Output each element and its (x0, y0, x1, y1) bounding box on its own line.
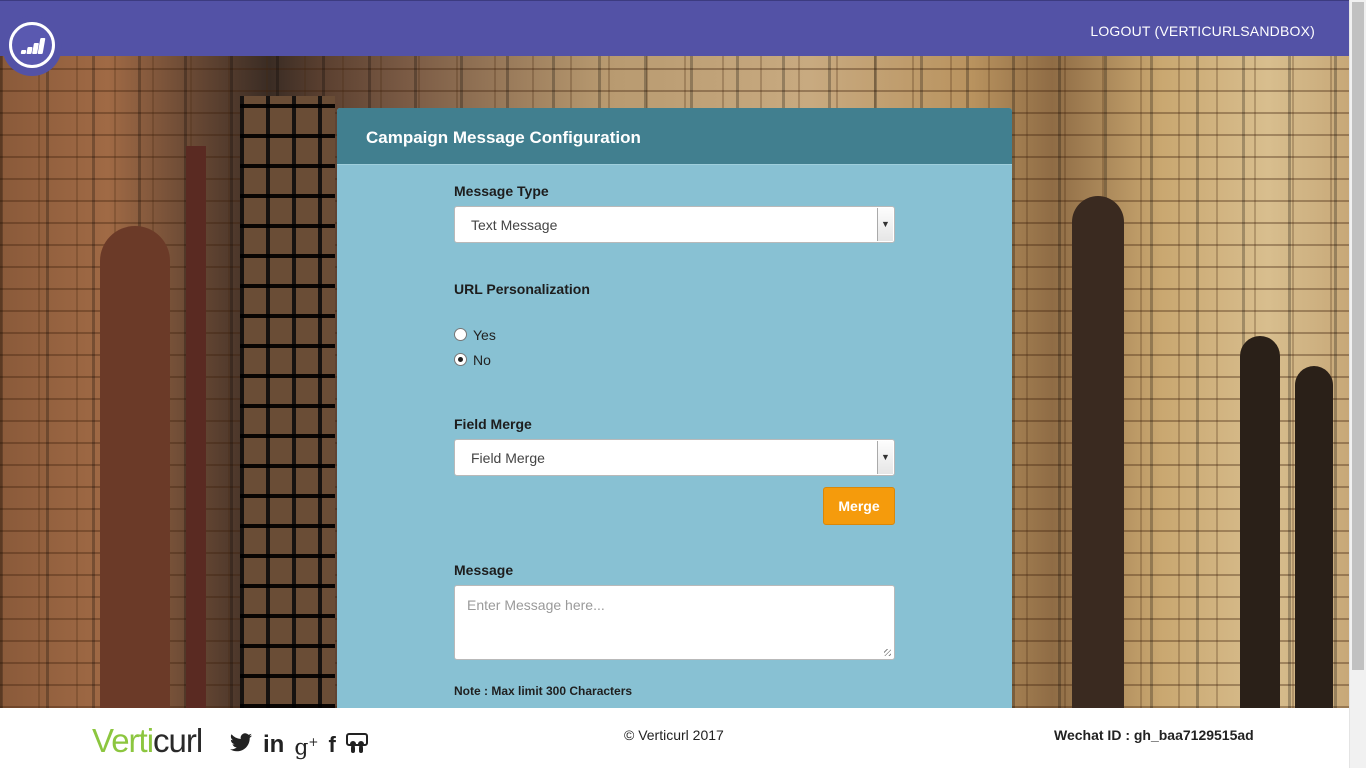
chevron-down-icon: ▼ (877, 208, 893, 241)
footer: Verticurl in g+ f © Verticurl 2017 Wecha… (0, 708, 1349, 768)
drainpipe (186, 146, 206, 708)
logout-link[interactable]: LOGOUT (VERTICURLSANDBOX) (1090, 23, 1315, 39)
merge-button[interactable]: Merge (823, 487, 895, 525)
panel-title: Campaign Message Configuration (337, 108, 1012, 165)
vertical-scrollbar[interactable] (1349, 0, 1366, 768)
radio-no-label: No (473, 352, 491, 368)
archway (1240, 336, 1280, 708)
facebook-icon[interactable]: f (328, 733, 335, 757)
linkedin-icon[interactable]: in (263, 733, 284, 757)
message-type-select[interactable]: Text Message ▼ (454, 206, 895, 243)
scrollbar-thumb[interactable] (1352, 2, 1364, 670)
brand-text-verti: Verti (92, 722, 154, 759)
archway (100, 226, 170, 708)
message-textarea[interactable]: Enter Message here... (454, 585, 895, 660)
field-merge-select[interactable]: Field Merge ▼ (454, 439, 895, 476)
slideshare-icon[interactable] (345, 732, 368, 759)
archway (1072, 196, 1124, 708)
character-limit-note: Note : Max limit 300 Characters (454, 684, 633, 698)
message-type-label: Message Type (454, 183, 549, 199)
chevron-down-icon: ▼ (877, 441, 893, 474)
url-personalization-label: URL Personalization (454, 281, 590, 297)
radio-yes[interactable]: Yes (454, 327, 496, 352)
google-plus-icon[interactable]: g+ (294, 730, 318, 760)
logo-icon (9, 22, 55, 68)
top-bar: LOGOUT (VERTICURLSANDBOX) (0, 0, 1349, 56)
message-placeholder: Enter Message here... (467, 597, 605, 613)
campaign-config-panel: Campaign Message Configuration Message T… (337, 108, 1012, 708)
radio-no[interactable]: No (454, 352, 491, 377)
iron-gate (240, 96, 335, 708)
radio-button-icon (454, 328, 467, 341)
logo[interactable] (2, 16, 62, 76)
twitter-icon[interactable] (229, 732, 253, 758)
radio-button-checked-icon (454, 353, 467, 366)
resize-handle-icon[interactable] (884, 649, 891, 656)
field-merge-label: Field Merge (454, 416, 532, 432)
field-merge-value: Field Merge (471, 450, 545, 466)
archway (1295, 366, 1333, 708)
message-label: Message (454, 562, 514, 578)
wechat-id: Wechat ID : gh_baa7129515ad (1054, 727, 1254, 743)
copyright-text: © Verticurl 2017 (624, 727, 724, 743)
brand-text-curl: curl (153, 722, 203, 759)
message-type-value: Text Message (471, 217, 558, 233)
radio-yes-label: Yes (473, 327, 496, 343)
brand-logo[interactable]: Verticurl (92, 722, 203, 760)
social-links: in g+ f (229, 730, 368, 760)
